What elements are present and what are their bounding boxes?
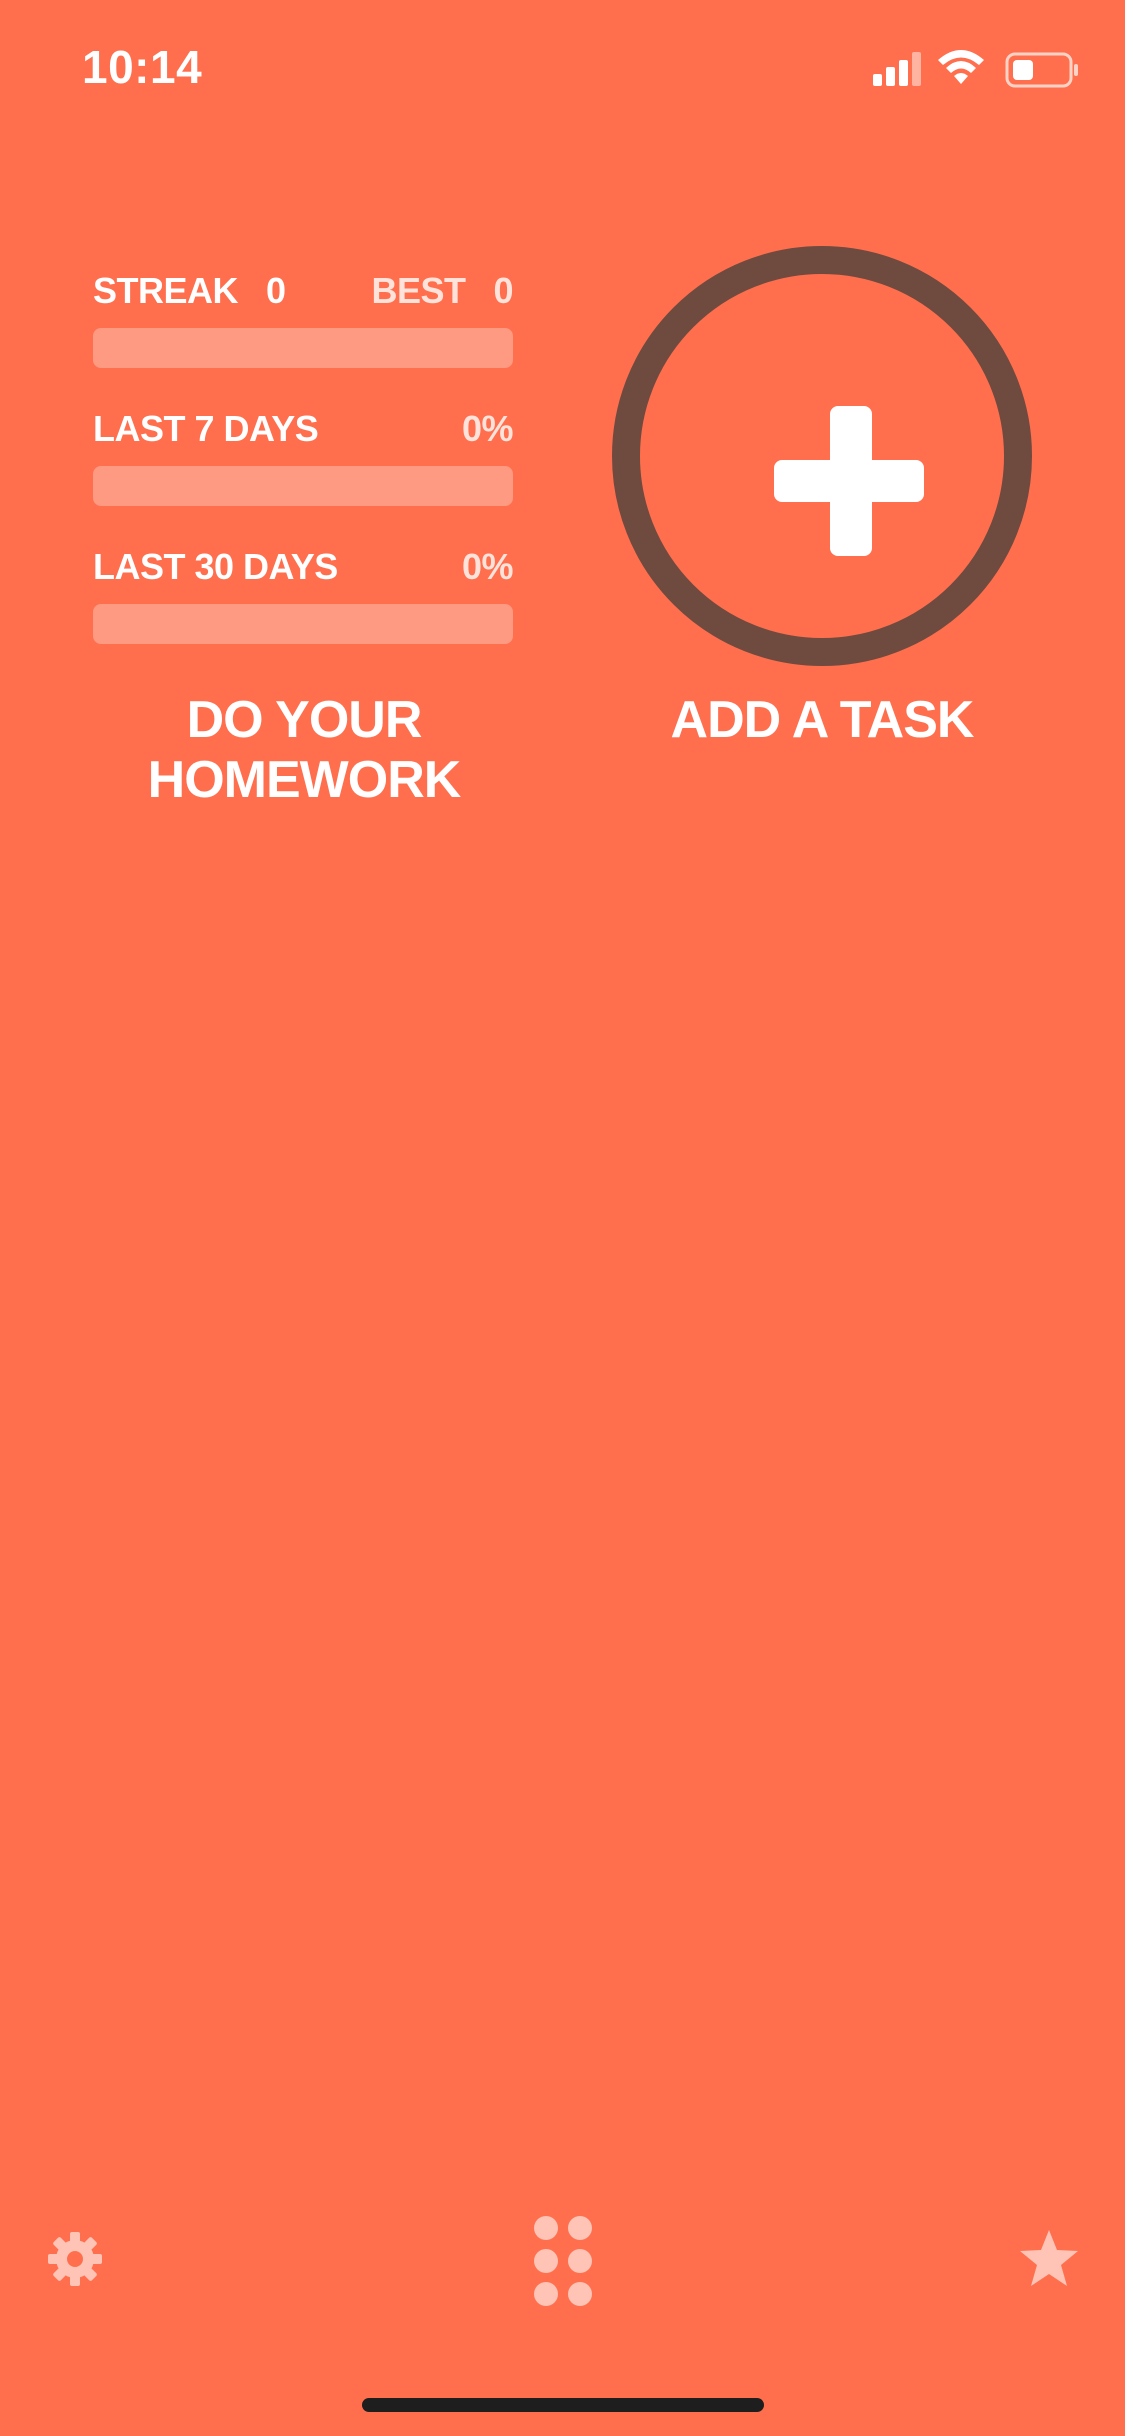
best-label: BEST — [371, 270, 466, 311]
stats-panel: STREAK 0 BEST 0 LAST 7 DAYS 0% LAST 30 DAY… — [93, 262, 514, 676]
streak-value: 0 — [266, 270, 286, 311]
last-30-days-value: 0% — [461, 546, 514, 587]
last-7-days-label: LAST 7 DAYS — [93, 408, 319, 449]
last-7-days-row: LAST 7 DAYS 0% — [93, 400, 514, 538]
last-7-days-value: 0% — [461, 408, 514, 449]
bottom-toolbar — [0, 2200, 1125, 2320]
add-task-label[interactable]: ADD A TASK — [612, 690, 1032, 750]
signal-icon — [873, 52, 921, 86]
last-30-days-row: LAST 30 DAYS 0% — [93, 538, 514, 676]
last-30-days-progress-bar — [93, 604, 513, 644]
star-icon[interactable] — [1018, 2228, 1080, 2290]
status-bar: 10:14 — [0, 0, 1125, 132]
last-30-days-label: LAST 30 DAYS — [93, 546, 338, 587]
task-title[interactable]: DO YOUR HOMEWORK — [40, 690, 568, 810]
gear-icon[interactable] — [46, 2230, 104, 2288]
best-value: 0 — [493, 270, 513, 311]
streak-label: STREAK — [93, 270, 239, 311]
last-7-days-progress-bar — [93, 466, 513, 506]
grid-icon[interactable] — [532, 2214, 594, 2308]
streak-row: STREAK 0 BEST 0 — [93, 262, 513, 400]
battery-icon — [1005, 52, 1078, 88]
add-task-button[interactable] — [612, 246, 1032, 666]
status-icons — [873, 46, 1083, 96]
home-indicator[interactable] — [362, 2398, 764, 2412]
status-time: 10:14 — [82, 41, 203, 93]
wifi-icon — [938, 50, 984, 84]
streak-progress-bar — [93, 328, 513, 368]
